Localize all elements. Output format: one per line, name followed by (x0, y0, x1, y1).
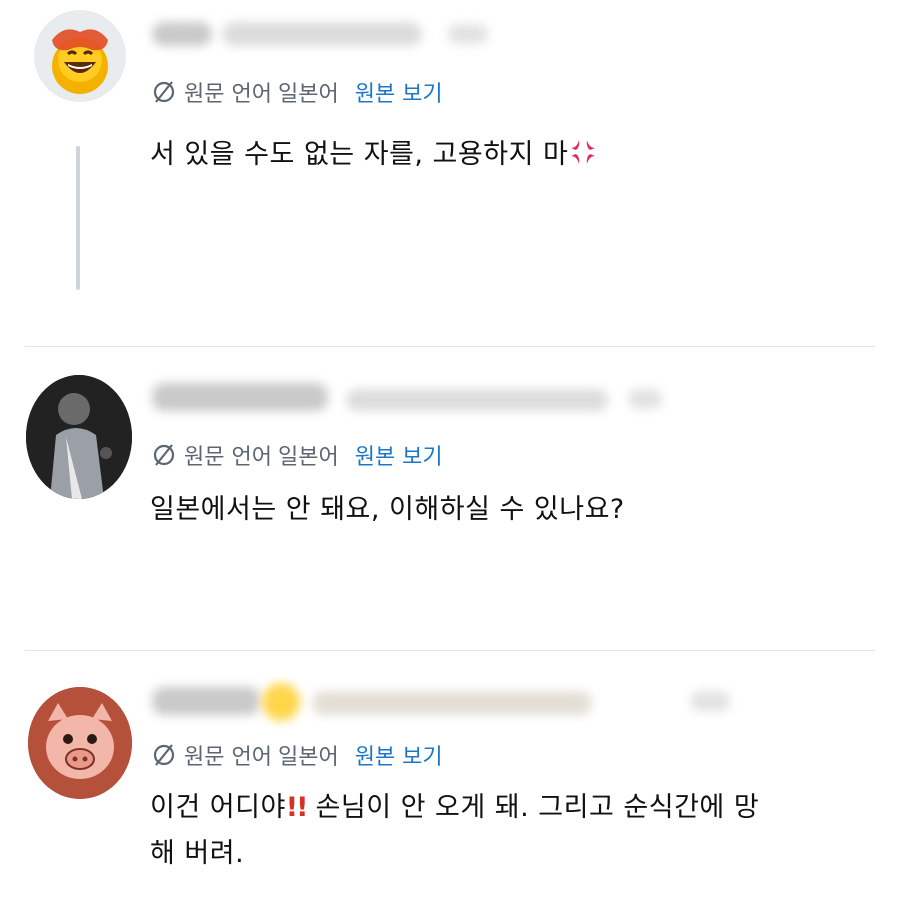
translation-prefix: 원문 언어 (184, 82, 272, 107)
timestamp-blurred (628, 389, 662, 409)
username-blurred[interactable] (152, 383, 328, 411)
show-original-link[interactable]: 원본 보기 (355, 76, 443, 108)
reply-body: 서 있을 수도 없는 자를, 고용하지 마 (150, 132, 598, 178)
thread-line (76, 146, 80, 290)
translate-icon (153, 81, 175, 103)
handle-blurred[interactable] (346, 389, 608, 411)
reply-text-part1: 이건 어디야 (150, 792, 286, 823)
reply-body: 이건 어디야!! 손님이 안 오게 돼. 그리고 순식간에 망 해 버려. (150, 785, 759, 877)
translation-language: 일본어 (277, 745, 339, 770)
reply-2: 원문 언어 일본어 원본 보기 일본에서는 안 돼요, 이해하실 수 있나요? (0, 347, 900, 650)
show-original-link[interactable]: 원본 보기 (355, 739, 443, 771)
reply-text: 일본에서는 안 돼요, 이해하실 수 있나요? (150, 494, 625, 525)
translation-prefix: 원문 언어 (184, 745, 272, 770)
emoji-blurred (262, 683, 300, 721)
avatar[interactable] (34, 10, 126, 102)
translation-info: 원문 언어 일본어 원본 보기 (150, 439, 443, 471)
handle-blurred[interactable] (222, 22, 422, 46)
timestamp-blurred (690, 691, 730, 711)
reply-text: 서 있을 수도 없는 자를, 고용하지 마 (150, 139, 569, 170)
avatar[interactable] (26, 375, 132, 499)
translation-prefix: 원문 언어 (184, 445, 272, 470)
translate-icon (153, 744, 175, 766)
avatar[interactable] (28, 687, 132, 799)
translation-language: 일본어 (277, 82, 339, 107)
reply-text-line2: 해 버려. (150, 838, 245, 869)
username-blurred[interactable] (152, 22, 212, 46)
reply-3: 원문 언어 일본어 원본 보기 이건 어디야!! 손님이 안 오게 돼. 그리고… (0, 651, 900, 906)
person-photo-icon (26, 375, 132, 499)
translation-info: 원문 언어 일본어 원본 보기 (150, 76, 443, 108)
translation-language: 일본어 (277, 445, 339, 470)
show-original-link[interactable]: 원본 보기 (355, 439, 443, 471)
translation-info: 원문 언어 일본어 원본 보기 (150, 739, 443, 771)
reply-1: 원문 언어 일본어 원본 보기 서 있을 수도 없는 자를, 고용하지 마 (0, 0, 900, 346)
reply-text-part2: 손님이 안 오게 돼. 그리고 순식간에 망 (306, 792, 760, 823)
username-blurred[interactable] (152, 687, 260, 715)
translate-icon (153, 444, 175, 466)
pig-illustration-icon (28, 687, 132, 799)
double-exclamation-icon: !! (285, 792, 309, 823)
anger-symbol-icon (571, 140, 596, 164)
handle-blurred[interactable] (312, 691, 592, 715)
smiling-face-emoji-icon (52, 29, 108, 94)
timestamp-blurred (448, 24, 488, 44)
reply-body: 일본에서는 안 돼요, 이해하실 수 있나요? (150, 487, 625, 533)
